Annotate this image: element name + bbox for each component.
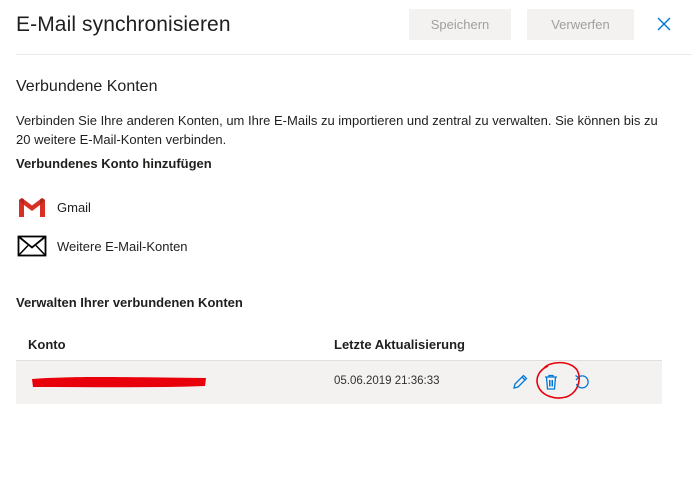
envelope-icon: [16, 234, 48, 258]
discard-button[interactable]: Verwerfen: [527, 9, 634, 40]
column-header-last-update: Letzte Aktualisierung: [334, 337, 465, 352]
save-button[interactable]: Speichern: [409, 9, 511, 40]
gmail-icon: [16, 195, 48, 219]
row-separator: [16, 360, 662, 361]
close-icon[interactable]: [656, 16, 672, 32]
add-gmail-account[interactable]: Gmail: [16, 193, 91, 221]
manage-accounts-heading: Verwalten Ihrer verbundenen Konten: [16, 295, 243, 310]
column-header-account: Konto: [28, 337, 66, 352]
table-row: 05.06.2019 21:36:33: [16, 360, 662, 404]
sync-icon[interactable]: [572, 372, 592, 392]
gmail-label: Gmail: [57, 199, 91, 215]
redacted-account-name: [30, 375, 208, 389]
trash-icon[interactable]: [541, 372, 561, 392]
section-heading-connected: Verbundene Konten: [16, 78, 158, 95]
header-divider: [16, 54, 692, 55]
add-account-heading: Verbundenes Konto hinzufügen: [16, 156, 212, 171]
section-description: Verbinden Sie Ihre anderen Konten, um Ih…: [16, 113, 658, 147]
other-accounts-label: Weitere E-Mail-Konten: [57, 238, 188, 254]
add-other-account[interactable]: Weitere E-Mail-Konten: [16, 232, 188, 260]
page-title: E-Mail synchronisieren: [16, 13, 231, 36]
pencil-icon[interactable]: [510, 372, 530, 392]
last-update-value: 05.06.2019 21:36:33: [334, 375, 440, 387]
panel-header: E-Mail synchronisieren Speichern Verwerf…: [0, 0, 692, 54]
